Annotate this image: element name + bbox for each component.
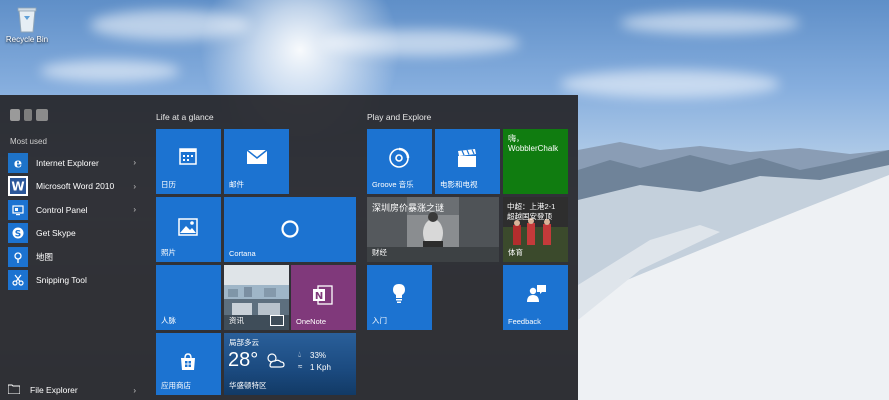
- tile-finance[interactable]: 深圳房价暴涨之谜 财经: [367, 197, 499, 262]
- tile-cortana[interactable]: Cortana: [224, 197, 356, 262]
- tile-feedback[interactable]: Feedback: [503, 265, 568, 330]
- tile-label: 财经: [372, 248, 387, 257]
- internet-explorer-icon: e: [8, 152, 28, 173]
- word-icon: W: [8, 176, 28, 197]
- tile-photos[interactable]: 照片: [156, 197, 221, 262]
- scissors-icon: [8, 270, 28, 291]
- news-app-icon: [270, 315, 284, 326]
- mail-icon: [245, 148, 269, 166]
- app-label: Control Panel: [36, 204, 88, 215]
- xbox-greeting: 嗨，: [508, 134, 524, 143]
- skype-icon: S: [8, 223, 28, 244]
- weather-wind: 1 Kph: [310, 363, 331, 372]
- tile-label: 照片: [161, 248, 176, 257]
- store-icon: [177, 351, 199, 373]
- app-internet-explorer[interactable]: e Internet Explorer ›: [8, 151, 140, 175]
- weather-condition: 局部多云: [229, 338, 259, 347]
- svg-text:N: N: [315, 291, 323, 302]
- tile-label: 体育: [508, 248, 523, 257]
- weather-temperature: 28°: [228, 349, 259, 371]
- file-explorer-item[interactable]: File Explorer ›: [7, 381, 140, 399]
- tile-movies[interactable]: 电影和电视: [435, 129, 500, 194]
- start-menu: Most used e Internet Explorer › W Micros…: [0, 95, 578, 400]
- tile-label: 应用商店: [161, 381, 191, 390]
- xbox-gamertag: WobblerChalk: [508, 144, 559, 153]
- svg-text:e: e: [14, 156, 22, 170]
- most-used-heading: Most used: [10, 137, 47, 146]
- tile-label: Cortana: [229, 249, 256, 258]
- finance-headline: 深圳房价暴涨之谜: [372, 203, 445, 213]
- tile-calendar[interactable]: 日历: [156, 129, 221, 194]
- start-left-column: Most used e Internet Explorer › W Micros…: [0, 95, 146, 400]
- recycle-bin[interactable]: Recycle Bin: [4, 4, 50, 44]
- weather-city: 华盛顿特区: [229, 381, 267, 390]
- app-get-skype[interactable]: S Get Skype: [8, 222, 140, 246]
- app-label: 地图: [36, 251, 54, 262]
- app-label: Get Skype: [36, 228, 76, 239]
- chevron-right-icon[interactable]: ›: [133, 205, 136, 214]
- recycle-bin-label: Recycle Bin: [5, 35, 49, 44]
- onenote-icon: N: [311, 283, 335, 307]
- photos-icon: [177, 217, 199, 237]
- user-name-blur: [24, 109, 32, 121]
- tile-store[interactable]: 应用商店: [156, 333, 221, 395]
- tile-get-started[interactable]: 入门: [367, 265, 432, 330]
- chevron-right-icon[interactable]: ›: [133, 386, 136, 395]
- control-panel-icon: [8, 199, 28, 220]
- partly-cloudy-icon: [264, 351, 286, 369]
- tile-label: OneNote: [296, 317, 327, 326]
- tile-mail[interactable]: 邮件: [224, 129, 289, 194]
- film-icon: [456, 147, 478, 169]
- chevron-right-icon[interactable]: ›: [133, 182, 136, 191]
- sports-headline-2: 超越国安登顶: [507, 212, 552, 221]
- tile-label: 邮件: [229, 180, 244, 189]
- user-account[interactable]: [10, 109, 52, 121]
- app-maps[interactable]: 地图: [8, 245, 140, 269]
- tile-label: 入门: [372, 316, 387, 325]
- tile-sports[interactable]: 中超：上港2-1 超越国安登顶 体育: [503, 197, 568, 262]
- tile-weather[interactable]: 局部多云 28° 💧︎ 33% ≈ 1 Kph 华盛顿特区: [224, 333, 356, 395]
- app-label: Snipping Tool: [36, 275, 87, 286]
- recycle-bin-icon: [14, 4, 40, 34]
- cortana-icon: [280, 219, 300, 239]
- tile-people[interactable]: 人脉: [156, 265, 221, 330]
- wind-icon: ≈: [298, 362, 303, 371]
- group-title-play[interactable]: Play and Explore: [367, 112, 431, 122]
- tile-xbox[interactable]: 嗨， WobblerChalk: [503, 129, 568, 194]
- groove-music-icon: [388, 147, 410, 169]
- tile-news[interactable]: 资讯: [224, 265, 289, 330]
- calendar-icon: [176, 145, 200, 167]
- app-label: Internet Explorer: [36, 157, 99, 168]
- tile-label: 资讯: [229, 316, 244, 325]
- app-label: Microsoft Word 2010: [36, 181, 115, 192]
- weather-humidity: 33%: [310, 351, 327, 360]
- feedback-icon: [524, 283, 548, 305]
- app-microsoft-word[interactable]: W Microsoft Word 2010 ›: [8, 175, 140, 199]
- app-control-panel[interactable]: Control Panel ›: [8, 198, 140, 222]
- chevron-right-icon[interactable]: ›: [133, 158, 136, 167]
- folder-icon: [7, 381, 21, 399]
- svg-text:S: S: [15, 230, 21, 240]
- group-title-life[interactable]: Life at a glance: [156, 112, 214, 122]
- file-explorer-label: File Explorer: [30, 385, 78, 395]
- tile-label: Feedback: [508, 317, 541, 326]
- tile-groove[interactable]: Groove 音乐: [367, 129, 432, 194]
- tile-label: 日历: [161, 180, 176, 189]
- lightbulb-icon: [389, 281, 409, 305]
- tile-label: Groove 音乐: [372, 180, 414, 189]
- maps-icon: [8, 246, 28, 267]
- humidity-icon: 💧︎: [298, 350, 302, 359]
- tile-onenote[interactable]: N OneNote: [291, 265, 356, 330]
- most-used-list: e Internet Explorer › W Microsoft Word 2…: [8, 151, 140, 292]
- app-snipping-tool[interactable]: Snipping Tool: [8, 269, 140, 293]
- tile-label: 电影和电视: [440, 180, 478, 189]
- user-avatar: [10, 109, 20, 121]
- svg-text:W: W: [11, 180, 24, 194]
- tile-label: 人脉: [161, 316, 176, 325]
- user-name-blur: [36, 109, 48, 121]
